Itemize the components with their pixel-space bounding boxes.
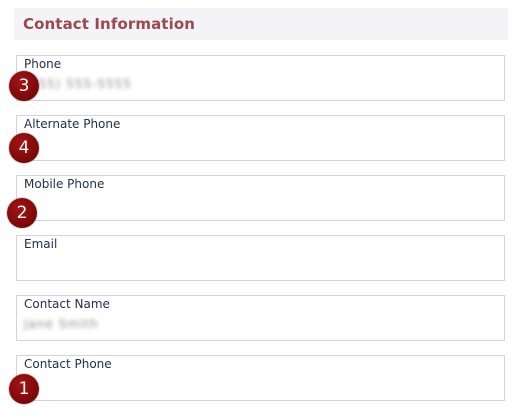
alternate-phone-field[interactable]: Alternate Phone	[16, 115, 505, 161]
contact-name-value: Jane Smith	[24, 317, 99, 331]
phone-label: Phone	[24, 57, 62, 71]
email-label: Email	[24, 237, 58, 251]
phone-field[interactable]: Phone (555) 555-5555	[16, 55, 505, 101]
contact-phone-field[interactable]: Contact Phone	[16, 355, 505, 401]
mobile-phone-label: Mobile Phone	[24, 177, 105, 191]
contact-name-field[interactable]: Contact Name Jane Smith	[16, 295, 505, 341]
contact-name-label: Contact Name	[24, 297, 110, 311]
section-title: Contact Information	[23, 15, 196, 33]
step-badge: 1	[9, 374, 39, 404]
step-badge: 3	[9, 71, 39, 101]
contact-phone-label: Contact Phone	[24, 357, 112, 371]
step-badge: 2	[7, 198, 37, 228]
email-field[interactable]: Email	[16, 235, 505, 281]
phone-value: (555) 555-5555	[24, 77, 132, 91]
step-badge: 4	[9, 133, 39, 163]
mobile-phone-field[interactable]: Mobile Phone	[16, 175, 505, 221]
section-header: Contact Information	[14, 8, 508, 40]
alternate-phone-label: Alternate Phone	[24, 117, 121, 131]
